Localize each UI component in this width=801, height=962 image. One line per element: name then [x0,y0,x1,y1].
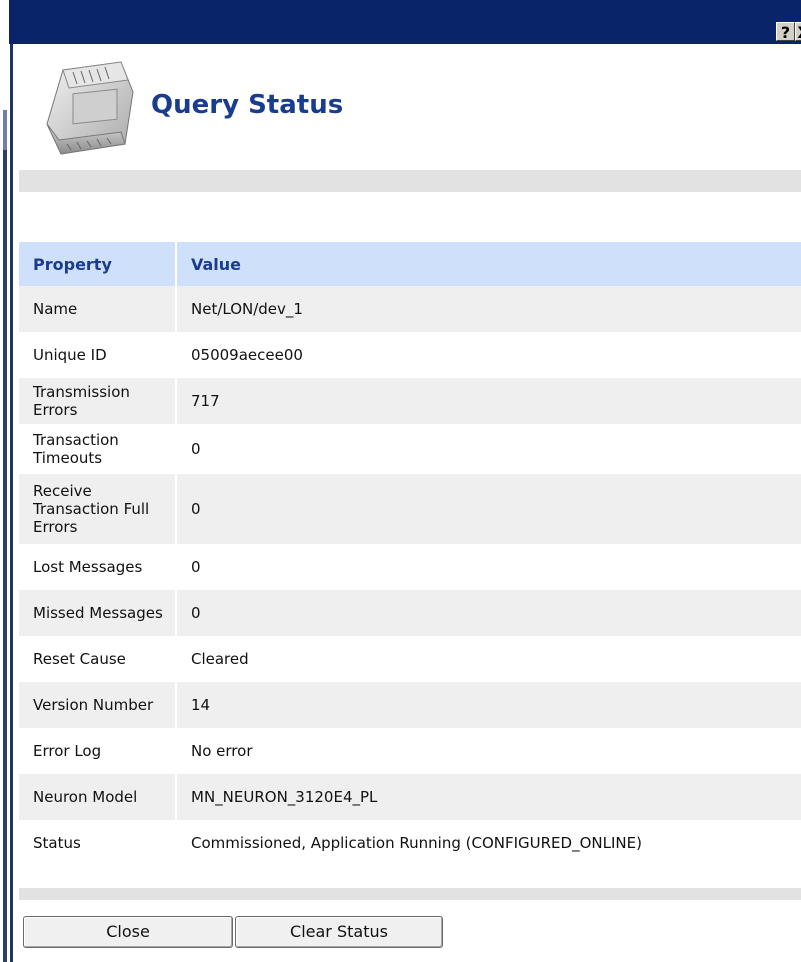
dialog-header: Query Status [13,44,801,170]
table-header-row: Property Value [19,242,801,286]
property-cell: Transaction Timeouts [19,424,177,474]
property-cell: Name [19,286,177,332]
header-divider [19,170,801,192]
table-row: Missed Messages 0 [19,590,801,636]
property-cell: Error Log [19,728,177,774]
footer-divider [19,888,801,900]
value-cell: 0 [191,440,201,458]
property-cell: Receive Transaction Full Errors [19,474,177,544]
table-row: Unique ID 05009aecee00 [19,332,801,378]
property-cell: Unique ID [19,332,177,378]
status-table-container: Property Value Name Net/LON/dev_1 Unique… [19,242,801,866]
table-row: Neuron Model MN_NEURON_3120E4_PL [19,774,801,820]
value-cell: 14 [176,682,801,728]
window-border-accent [3,110,7,150]
query-status-dialog: Query Status Property Value Name Net/LON… [10,44,801,962]
table-row: Version Number 14 [19,682,801,728]
property-cell: Status [19,820,177,866]
value-cell: 0 [191,558,201,576]
page-title: Query Status [151,90,344,120]
value-cell: 0 [176,474,801,544]
close-icon[interactable]: X [795,22,801,42]
property-cell: Reset Cause [19,636,177,682]
title-bar[interactable]: ? X [9,0,801,44]
value-cell: Cleared [191,650,249,668]
table-row: Transmission Errors 717 [19,378,801,424]
value-cell: Net/LON/dev_1 [176,286,801,332]
table-row: Error Log No error [19,728,801,774]
column-header-value: Value [176,242,801,286]
value-cell: 05009aecee00 [191,346,303,364]
window-border [3,150,7,962]
table-row: Name Net/LON/dev_1 [19,286,801,332]
property-cell: Neuron Model [19,774,177,820]
property-cell: Version Number [19,682,177,728]
status-table: Property Value Name Net/LON/dev_1 Unique… [19,242,801,866]
table-row: Transaction Timeouts 0 [19,424,801,474]
value-cell: Commissioned, Application Running (CONFI… [191,834,642,852]
close-button[interactable]: Close [23,916,233,948]
value-cell: No error [191,742,253,760]
property-cell: Transmission Errors [19,378,177,424]
table-row: Receive Transaction Full Errors 0 [19,474,801,544]
column-header-property: Property [19,242,177,286]
table-row: Reset Cause Cleared [19,636,801,682]
property-cell: Missed Messages [19,590,177,636]
help-icon[interactable]: ? [776,22,795,42]
value-cell: 717 [176,378,801,424]
table-row: Status Commissioned, Application Running… [19,820,801,866]
value-cell: 0 [176,590,801,636]
lon-device-module-icon [46,61,134,155]
property-cell: Lost Messages [19,544,177,590]
clear-status-button[interactable]: Clear Status [235,916,443,948]
value-cell: MN_NEURON_3120E4_PL [176,774,801,820]
window-left-edge [0,0,10,962]
table-row: Lost Messages 0 [19,544,801,590]
